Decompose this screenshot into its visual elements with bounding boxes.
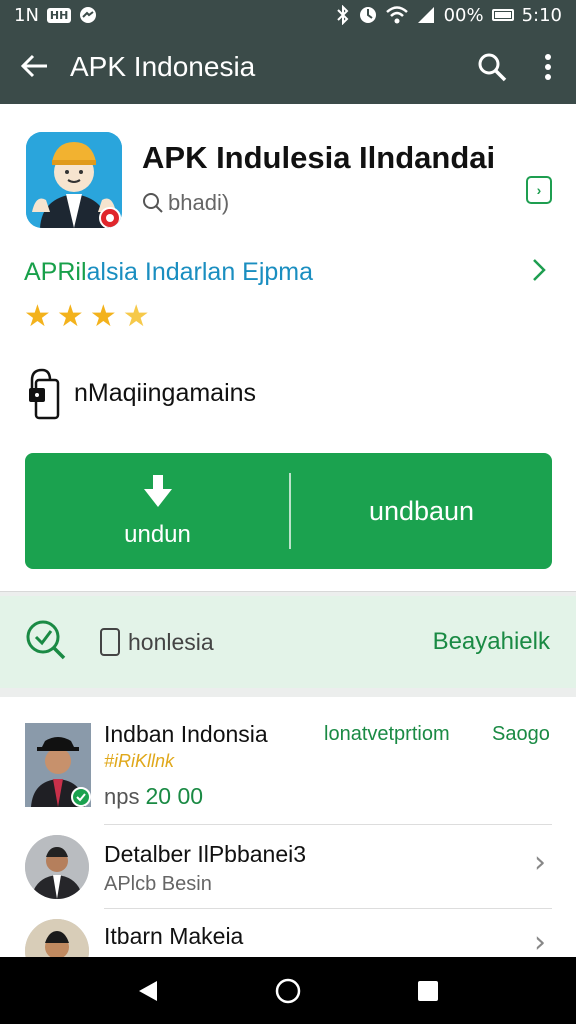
- lock-phone-icon: [29, 368, 60, 420]
- overflow-menu-button[interactable]: [520, 30, 576, 104]
- clock: 5:10: [521, 4, 562, 26]
- battery-icon: [491, 9, 514, 21]
- app-subtitle-text: bhadi): [168, 190, 230, 215]
- verified-search-icon: [24, 618, 68, 667]
- data-saver-icon: [359, 7, 376, 23]
- open-external-icon[interactable]: ›: [526, 176, 552, 204]
- download-left-label: undun: [124, 521, 191, 548]
- wifi-icon: [385, 6, 408, 24]
- publisher-name: alsia Indarlan Ejpma: [86, 258, 314, 286]
- app-subtitle: bhadi): [142, 190, 229, 216]
- search-small-icon: [143, 193, 163, 213]
- battery-percent: 00%: [443, 4, 484, 26]
- system-nav-bar: [0, 957, 576, 1024]
- messenger-icon: [80, 7, 97, 23]
- info-band-text: honlesia: [128, 628, 214, 655]
- download-left-button[interactable]: undun: [25, 453, 290, 569]
- chevron-right-icon[interactable]: ›: [534, 925, 546, 960]
- price-value: 20 00: [145, 783, 204, 809]
- publisher-link[interactable]: APRilalsia Indarlan Ejpma: [24, 258, 313, 287]
- star-icon: ★: [56, 299, 84, 334]
- signal-icon: [417, 7, 434, 23]
- more-vert-icon: [545, 54, 551, 80]
- list-item-subtitle: APlcb Besin: [104, 873, 212, 895]
- list-item[interactable]: Detalber IlPbbanei3 APlcb Besin ›: [0, 825, 576, 909]
- back-button[interactable]: [0, 30, 70, 104]
- app-title: APK Indulesia Ilndandai: [142, 140, 496, 175]
- item-thumbnail: [25, 723, 91, 807]
- arrow-left-icon: [20, 54, 47, 78]
- avatar: [25, 835, 89, 899]
- app-detail-card: APK Indulesia Ilndandai bhadi) › APRilal…: [0, 104, 576, 592]
- list-item-col1: lonatvetprtiom: [324, 723, 450, 745]
- info-band-action[interactable]: Beayahielk: [433, 628, 550, 656]
- star-icon: ★: [24, 299, 51, 334]
- download-right-button[interactable]: undbaun: [291, 453, 552, 569]
- notification-badge-icon: HH: [46, 7, 72, 23]
- list-item-title: Detalber IlPbbanei3: [104, 841, 307, 867]
- status-bar: 1N HH 00% 5:10: [0, 0, 576, 30]
- info-band[interactable]: honlesia Beayahielk: [0, 596, 576, 688]
- permissions-label: nMaqiingamains: [74, 378, 257, 407]
- nav-home-icon[interactable]: [274, 977, 302, 1005]
- publisher-chevron-icon[interactable]: [524, 256, 552, 291]
- list-item-title: Itbarn Makeia: [104, 923, 244, 949]
- list-item-col2: Saogo: [492, 723, 550, 745]
- status-left-text: 1N: [14, 4, 39, 26]
- list-item-price: nps 20 00: [104, 783, 203, 810]
- download-button[interactable]: undun undbaun: [25, 453, 552, 569]
- phone-icon: [100, 628, 120, 656]
- app-icon-art: [26, 132, 122, 228]
- permissions-row[interactable]: nMaqiingamains: [28, 366, 256, 420]
- search-icon: [478, 53, 507, 82]
- download-right-label: undbaun: [368, 495, 475, 526]
- list-item-tag: #iRiKllnk: [104, 751, 175, 771]
- star-icon: ★: [89, 299, 117, 334]
- download-arrow-icon: [143, 475, 172, 507]
- star-icon: ★: [122, 299, 150, 334]
- related-list: Indban Indonsia lonatvetprtiom Saogo #iR…: [0, 697, 576, 983]
- nav-back-icon[interactable]: [137, 979, 159, 1003]
- app-bar: APK Indonesia: [0, 30, 576, 104]
- app-bar-title: APK Indonesia: [70, 51, 256, 82]
- app-icon: [26, 132, 122, 228]
- list-item[interactable]: Indban Indonsia lonatvetprtiom Saogo #iR…: [0, 697, 576, 825]
- list-item-title: Indban Indonsia: [104, 721, 268, 747]
- rating-stars: ★ ★ ★ ★: [24, 302, 150, 332]
- price-label: nps: [104, 784, 140, 809]
- nav-recents-icon[interactable]: [417, 980, 439, 1002]
- publisher-prefix: APRil: [24, 258, 87, 286]
- bluetooth-icon: [336, 5, 348, 25]
- search-button[interactable]: [464, 30, 520, 104]
- chevron-right-icon[interactable]: ›: [534, 845, 546, 880]
